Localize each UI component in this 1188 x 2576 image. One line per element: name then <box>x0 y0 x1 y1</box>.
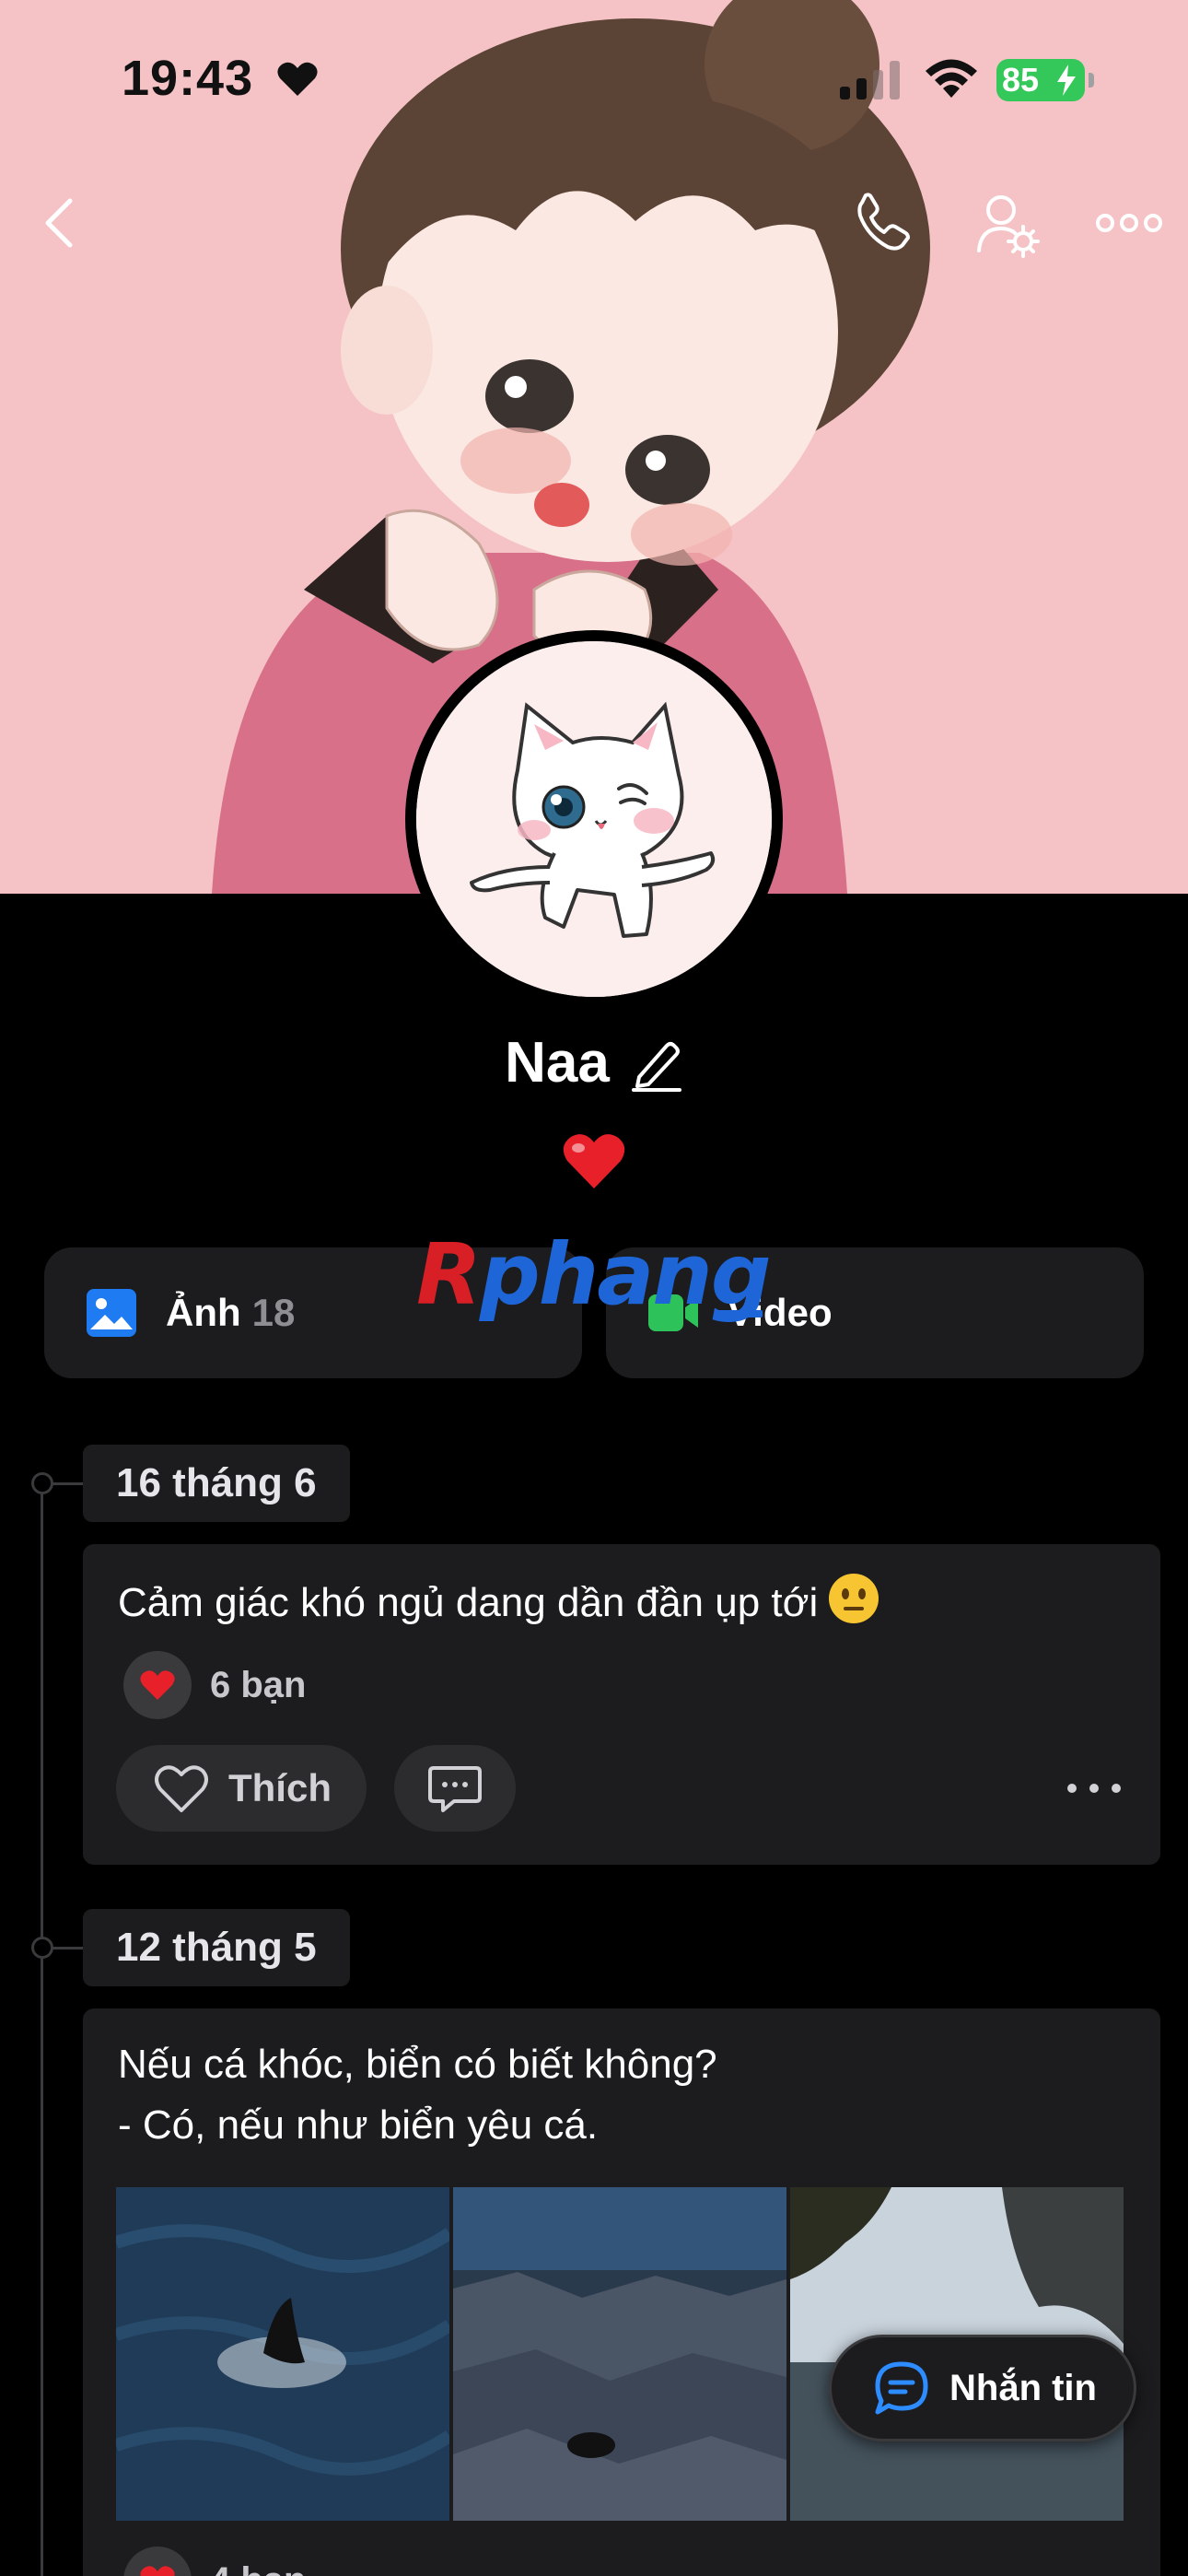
comment-bubble-icon <box>428 1766 482 1812</box>
post-text: Cảm giác khó ngủ dang dần đần ụp tới <box>118 1572 880 1633</box>
neutral-face-emoji-icon <box>829 1574 879 1623</box>
comment-button[interactable] <box>394 1745 516 1832</box>
status-time: 19:43 <box>122 51 254 106</box>
reaction-summary[interactable]: 6 bạn <box>123 1651 306 1719</box>
post-text: Nếu cá khóc, biển có biết không? - Có, n… <box>118 2042 717 2148</box>
edit-pencil-icon[interactable] <box>630 1035 683 1092</box>
signal-icon <box>840 61 900 100</box>
phone-icon[interactable] <box>847 184 921 262</box>
reaction-count: 6 bạn <box>210 1664 307 1705</box>
video-camera-icon <box>648 1294 698 1331</box>
timeline-line <box>41 1483 43 2576</box>
avatar-cat-illustration <box>416 641 772 997</box>
photos-count: 18 <box>251 1291 296 1334</box>
timeline-connector <box>52 1947 83 1950</box>
post-photo-whale[interactable] <box>116 2187 449 2521</box>
like-label: Thích <box>228 1766 332 1809</box>
chat-bubble-icon <box>875 2361 928 2415</box>
heart-outline-icon <box>155 1765 208 1812</box>
heart-icon <box>140 1670 175 1700</box>
profile-name: Naa <box>505 1031 610 1095</box>
post-date: 12 tháng 5 <box>83 1909 350 1986</box>
watermark-underline <box>718 1310 763 1317</box>
post-more-icon[interactable] <box>1065 1774 1124 1802</box>
timeline-connector <box>52 1482 83 1485</box>
wifi-icon <box>926 59 977 98</box>
post-card[interactable]: Nếu cá khóc, biển có biết không? - Có, n… <box>83 2008 1160 2576</box>
image-icon <box>87 1289 136 1337</box>
videos-button[interactable]: Video <box>606 1247 1144 1378</box>
send-message-label: Nhắn tin <box>949 2367 1097 2408</box>
send-message-button[interactable]: Nhắn tin <box>829 2335 1136 2441</box>
user-gear-icon[interactable] <box>972 184 1045 262</box>
like-button[interactable]: Thích <box>116 1745 367 1832</box>
reaction-bubble <box>123 2547 192 2576</box>
back-chevron-icon[interactable] <box>35 184 81 262</box>
charging-bolt-icon <box>1057 64 1076 96</box>
battery-indicator: 85 <box>996 59 1094 101</box>
post-card[interactable]: Cảm giác khó ngủ dang dần đần ụp tới 6 b… <box>83 1544 1160 1865</box>
reaction-bubble <box>123 1651 192 1719</box>
heart-icon <box>140 2566 175 2576</box>
post-date: 16 tháng 6 <box>83 1445 350 1522</box>
profile-name-row: Naa <box>0 1030 1188 1095</box>
timeline-dot <box>31 1472 53 1494</box>
battery-level: 85 <box>1002 61 1040 99</box>
photos-label: Ảnh <box>166 1291 241 1334</box>
post-photo-rocks[interactable] <box>453 2187 786 2521</box>
more-ellipsis-icon[interactable] <box>1094 184 1164 262</box>
reaction-summary[interactable]: 4 bạn <box>123 2547 306 2576</box>
profile-page: 19:43 85 Naa Ảnh 18 Video Rphang 16 thán… <box>0 0 1188 2576</box>
heart-icon <box>563 1134 625 1188</box>
profile-avatar[interactable] <box>405 630 783 1008</box>
photos-button[interactable]: Ảnh 18 <box>44 1247 582 1378</box>
timeline-dot <box>31 1937 53 1959</box>
reaction-count: 4 bạn <box>210 2560 306 2576</box>
heart-icon <box>277 62 318 96</box>
